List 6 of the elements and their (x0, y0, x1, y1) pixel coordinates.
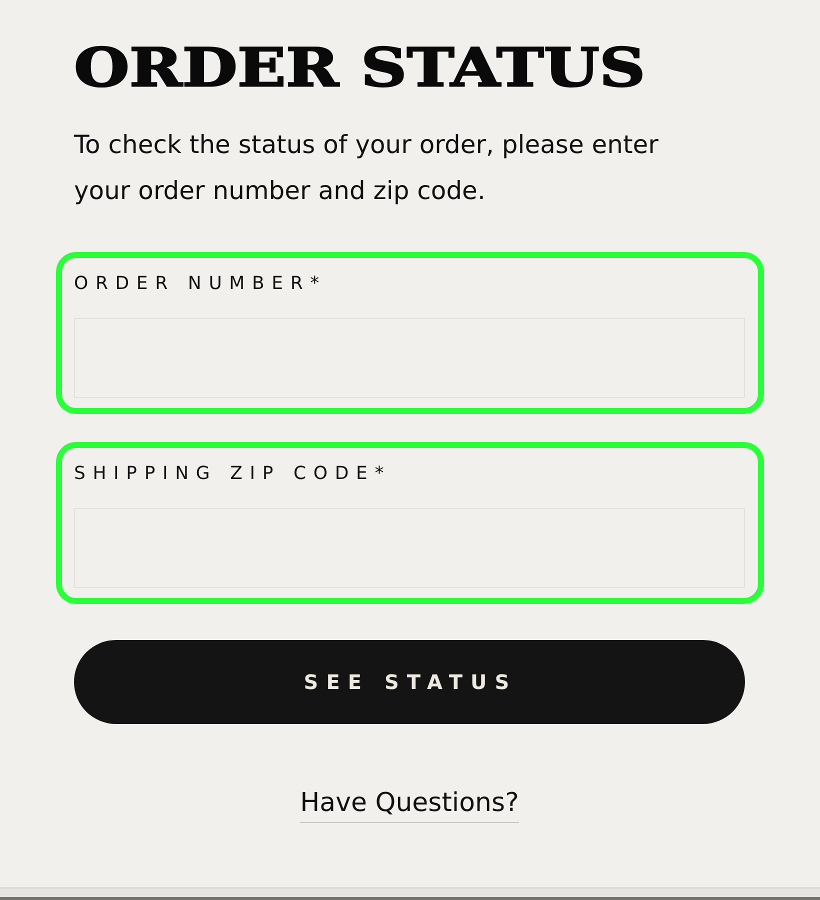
page-title: ORDER STATUS (74, 38, 646, 98)
intro-text: To check the status of your order, please enter your order number and zip code. (74, 129, 660, 207)
help-link[interactable]: Have Questions? (300, 786, 519, 823)
see-status-button[interactable]: SEE STATUS (74, 640, 745, 724)
field-label: SHIPPING ZIP CODE* (74, 462, 392, 486)
field-label: ORDER NUMBER* (74, 272, 326, 296)
